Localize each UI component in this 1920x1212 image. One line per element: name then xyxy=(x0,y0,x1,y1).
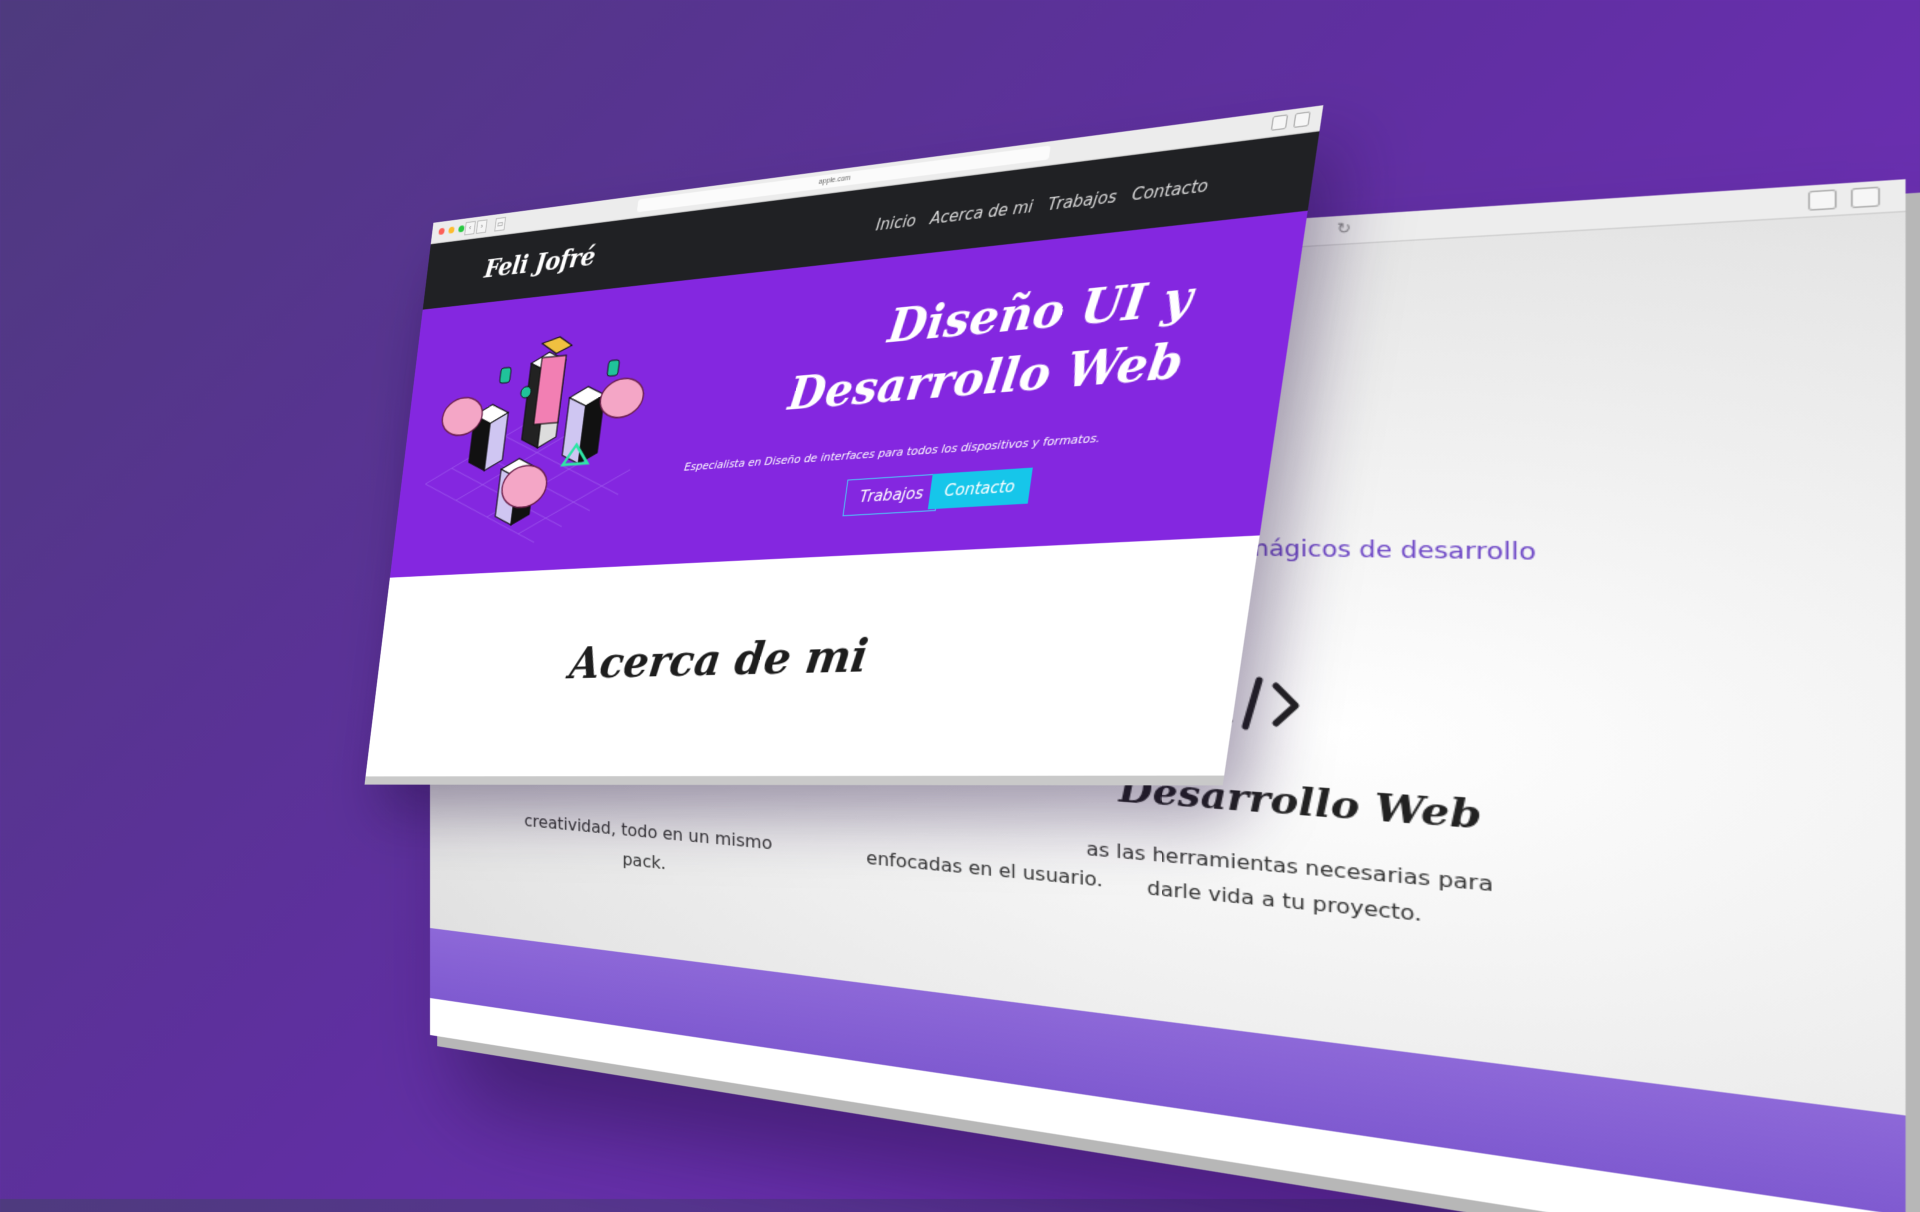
about-section: Acerca de mi xyxy=(365,535,1260,777)
close-icon[interactable] xyxy=(438,227,445,236)
service-col1-text: creatividad, todo en un mismo pack. xyxy=(524,810,773,874)
share-icon[interactable] xyxy=(1808,189,1837,211)
nav-item-inicio[interactable]: Inicio xyxy=(875,211,917,234)
about-title: Acerca de mi xyxy=(566,630,872,689)
tabs-icon[interactable] xyxy=(1293,111,1311,129)
works-button[interactable]: Trabajos xyxy=(842,473,942,517)
mockup-scene: ↻ y poderes mágicos de desarrollo Desarr… xyxy=(0,0,1920,1212)
back-arrow-icon[interactable]: ‹ xyxy=(464,220,476,236)
minimize-icon[interactable] xyxy=(448,226,455,234)
sidebar-icon[interactable]: ▭ xyxy=(494,216,507,232)
tabs-icon[interactable] xyxy=(1850,186,1880,209)
hero-subtitle: Especialista en Diseño de interfaces par… xyxy=(683,431,1102,474)
isometric-brains-illustration xyxy=(407,289,698,568)
share-icon[interactable] xyxy=(1270,114,1289,131)
back-footer xyxy=(430,928,1906,1212)
forward-arrow-icon[interactable]: › xyxy=(475,219,488,234)
hero-title: Diseño UI y Desarrollo Web xyxy=(726,267,1196,430)
site-logo[interactable]: Feli Jofré xyxy=(483,242,597,284)
contact-button[interactable]: Contacto xyxy=(927,467,1033,510)
nav-item-acerca[interactable]: Acerca de mi xyxy=(929,197,1034,228)
service-title: Desarrollo Web xyxy=(1118,768,1482,840)
nav-menu: Inicio Acerca de mi Trabajos Contacto xyxy=(875,176,1210,235)
front-browser-window: ‹ › ▭ apple.com Feli Jofré Inicio Acerca… xyxy=(365,105,1324,777)
nav-item-contacto[interactable]: Contacto xyxy=(1131,176,1210,205)
nav-item-trabajos[interactable]: Trabajos xyxy=(1046,187,1117,215)
reload-icon[interactable]: ↻ xyxy=(1337,219,1351,238)
service-text: as las herramientas necesarias para darl… xyxy=(1086,837,1494,927)
